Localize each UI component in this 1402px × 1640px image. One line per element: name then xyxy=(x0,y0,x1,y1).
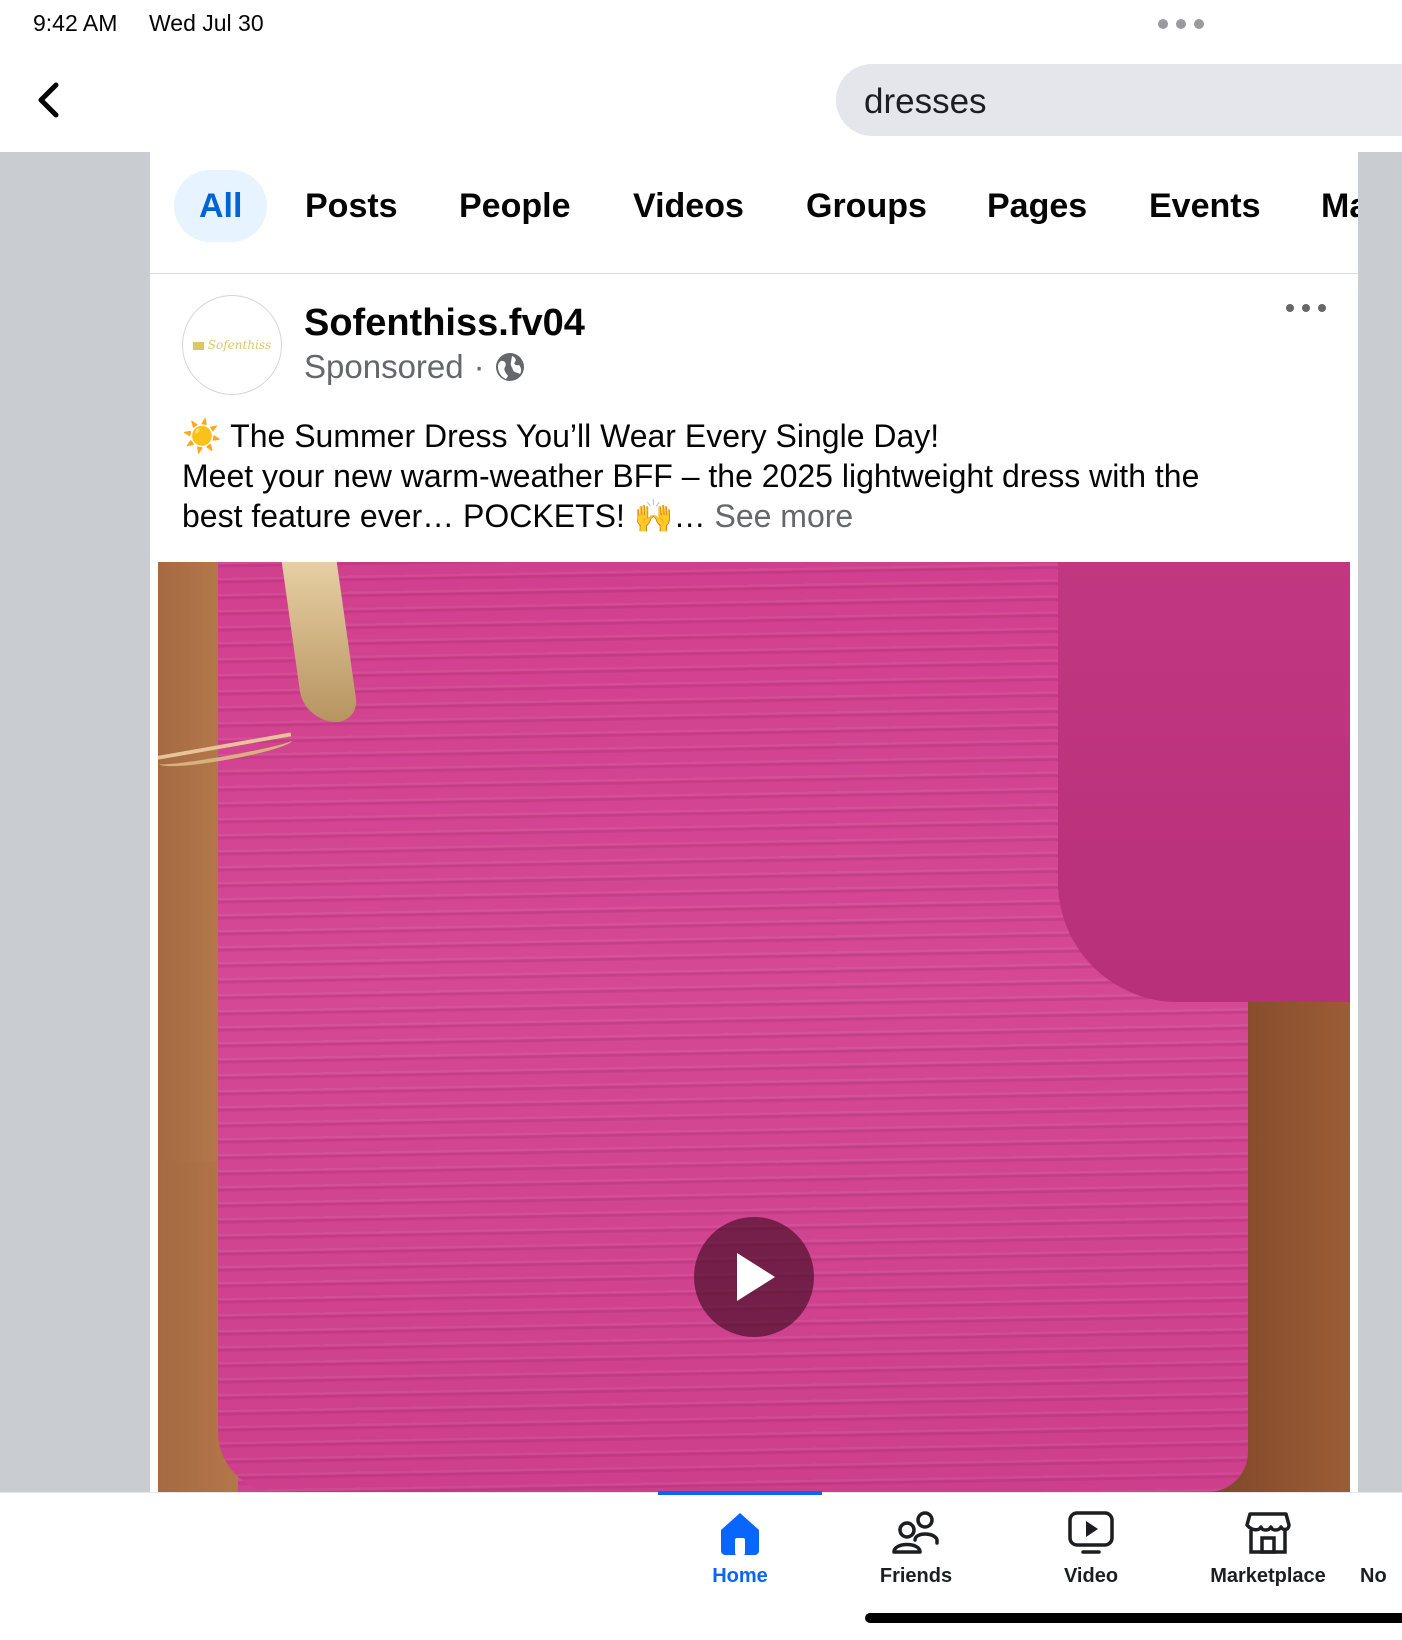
tab-marketplace[interactable]: Ma xyxy=(1321,170,1358,242)
post-text-line: ☀️ The Summer Dress You’ll Wear Every Si… xyxy=(182,418,940,454)
bottom-nav: Home Friends Video Marketplace No xyxy=(0,1491,1402,1640)
tab-all[interactable]: All xyxy=(174,170,268,242)
home-indicator[interactable] xyxy=(865,1613,1402,1623)
post-text-line: Meet your new warm-weather BFF – the 202… xyxy=(182,458,1200,494)
tab-events[interactable]: Events xyxy=(1149,170,1261,242)
post-text: ☀️ The Summer Dress You’ll Wear Every Si… xyxy=(182,416,1342,536)
tab-posts[interactable]: Posts xyxy=(305,170,398,242)
see-more-link[interactable]: See more xyxy=(714,498,853,534)
status-date: Wed Jul 30 xyxy=(149,10,264,36)
meta-separator: · xyxy=(473,348,485,385)
tab-videos[interactable]: Videos xyxy=(633,170,744,242)
tab-pages[interactable]: Pages xyxy=(987,170,1087,242)
brand-logo: Sofenthiss xyxy=(192,338,271,352)
status-time: 9:42 AM xyxy=(33,10,118,36)
marketplace-icon xyxy=(1245,1512,1291,1554)
video-icon xyxy=(1068,1511,1114,1554)
nav-notifications[interactable]: No xyxy=(1360,1507,1402,1588)
post-more-options-icon[interactable] xyxy=(1286,298,1326,318)
nav-marketplace[interactable]: Marketplace xyxy=(1183,1507,1353,1588)
status-bar: 9:42 AM Wed Jul 30 xyxy=(0,0,1402,50)
nav-friends[interactable]: Friends xyxy=(831,1507,1001,1588)
search-query[interactable]: dresses xyxy=(864,82,987,122)
search-input[interactable]: dresses xyxy=(836,64,1402,136)
back-button[interactable] xyxy=(28,76,68,124)
play-icon xyxy=(737,1253,775,1301)
results-column: All Posts People Videos Groups Pages Eve… xyxy=(150,152,1358,1492)
post-author[interactable]: Sofenthiss.fv04 xyxy=(304,302,585,345)
tab-people[interactable]: People xyxy=(459,170,570,242)
multitasking-dots-icon[interactable] xyxy=(1158,19,1204,29)
avatar[interactable]: Sofenthiss xyxy=(182,295,282,395)
post-meta: Sponsored · xyxy=(304,348,525,386)
play-button[interactable] xyxy=(694,1217,814,1337)
pink-sleeve xyxy=(1058,562,1350,1002)
post-video[interactable] xyxy=(158,562,1350,1492)
filter-tabs: All Posts People Videos Groups Pages Eve… xyxy=(150,152,1358,274)
chevron-left-icon xyxy=(38,82,59,118)
nav-video[interactable]: Video xyxy=(1006,1507,1176,1588)
tab-groups[interactable]: Groups xyxy=(806,170,927,242)
home-icon xyxy=(721,1513,759,1555)
active-tab-indicator xyxy=(658,1491,822,1495)
nav-home[interactable]: Home xyxy=(655,1507,825,1588)
search-header: dresses xyxy=(0,50,1402,152)
globe-icon xyxy=(495,353,524,381)
post-text-line-last: best feature ever… POCKETS! 🙌… See more xyxy=(182,498,854,534)
sponsored-label[interactable]: Sponsored xyxy=(304,348,464,386)
friends-icon xyxy=(892,1511,939,1554)
